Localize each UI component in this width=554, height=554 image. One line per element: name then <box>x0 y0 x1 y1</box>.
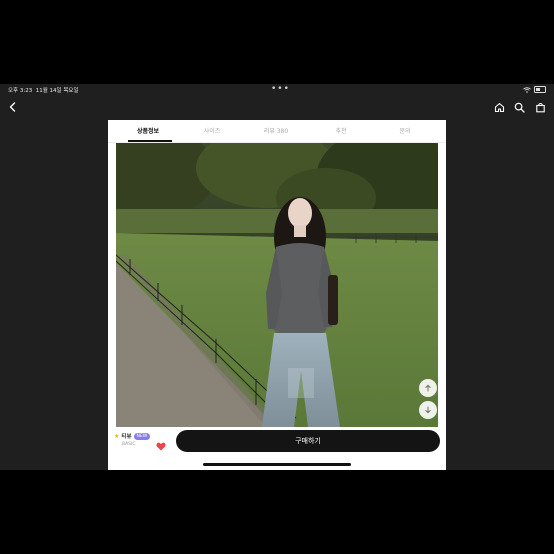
multitask-dots-icon[interactable]: ••• <box>271 84 290 94</box>
scroll-down-button[interactable] <box>419 401 437 419</box>
arrow-up-icon <box>425 384 431 392</box>
arrow-down-icon <box>425 406 431 414</box>
status-bar: 오후 3:23 11월 14일 목요일 ••• <box>0 84 554 96</box>
tab-bar: 상품정보 사이즈 리뷰 380 추천 문의 <box>108 120 446 143</box>
product-photo <box>116 143 438 427</box>
back-arrow-icon[interactable] <box>6 100 20 114</box>
star-icon: ★ <box>114 432 120 440</box>
search-icon[interactable] <box>512 100 526 114</box>
buy-button[interactable]: 구매하기 <box>176 430 440 452</box>
product-photo-illustration <box>116 143 438 427</box>
brand-badge: NEW <box>133 432 151 440</box>
active-tab-indicator <box>128 140 172 142</box>
product-panel: 상품정보 사이즈 리뷰 380 추천 문의 ★ 티뷰 NEW BASIC 구매하… <box>108 120 446 470</box>
tab-product-info[interactable]: 상품정보 <box>123 126 173 135</box>
tab-review[interactable]: 리뷰 380 <box>251 126 301 135</box>
home-icon[interactable] <box>492 100 506 114</box>
battery-icon <box>534 86 546 93</box>
status-right <box>523 86 546 93</box>
brand-chip[interactable]: ★ 티뷰 NEW <box>114 432 151 440</box>
scroll-up-button[interactable] <box>419 379 437 397</box>
home-indicator[interactable] <box>203 463 351 466</box>
brand-name: 티뷰 <box>121 434 132 440</box>
shopping-bag-icon[interactable] <box>533 100 547 114</box>
tab-recommend[interactable]: 추천 <box>316 126 366 135</box>
bottom-action-bar: ★ 티뷰 NEW BASIC 구매하기 <box>108 427 446 470</box>
status-time: 오후 3:23 11월 14일 목요일 <box>8 88 79 94</box>
heart-icon[interactable] <box>156 436 166 455</box>
tab-inquiry[interactable]: 문의 <box>380 126 430 135</box>
tab-size[interactable]: 사이즈 <box>187 126 237 135</box>
top-nav <box>0 98 554 120</box>
wifi-icon <box>523 86 531 93</box>
ipad-screen: 오후 3:23 11월 14일 목요일 ••• 상품정보 사이즈 리뷰 380 … <box>0 84 554 470</box>
brand-subtitle: BASIC <box>122 442 136 447</box>
